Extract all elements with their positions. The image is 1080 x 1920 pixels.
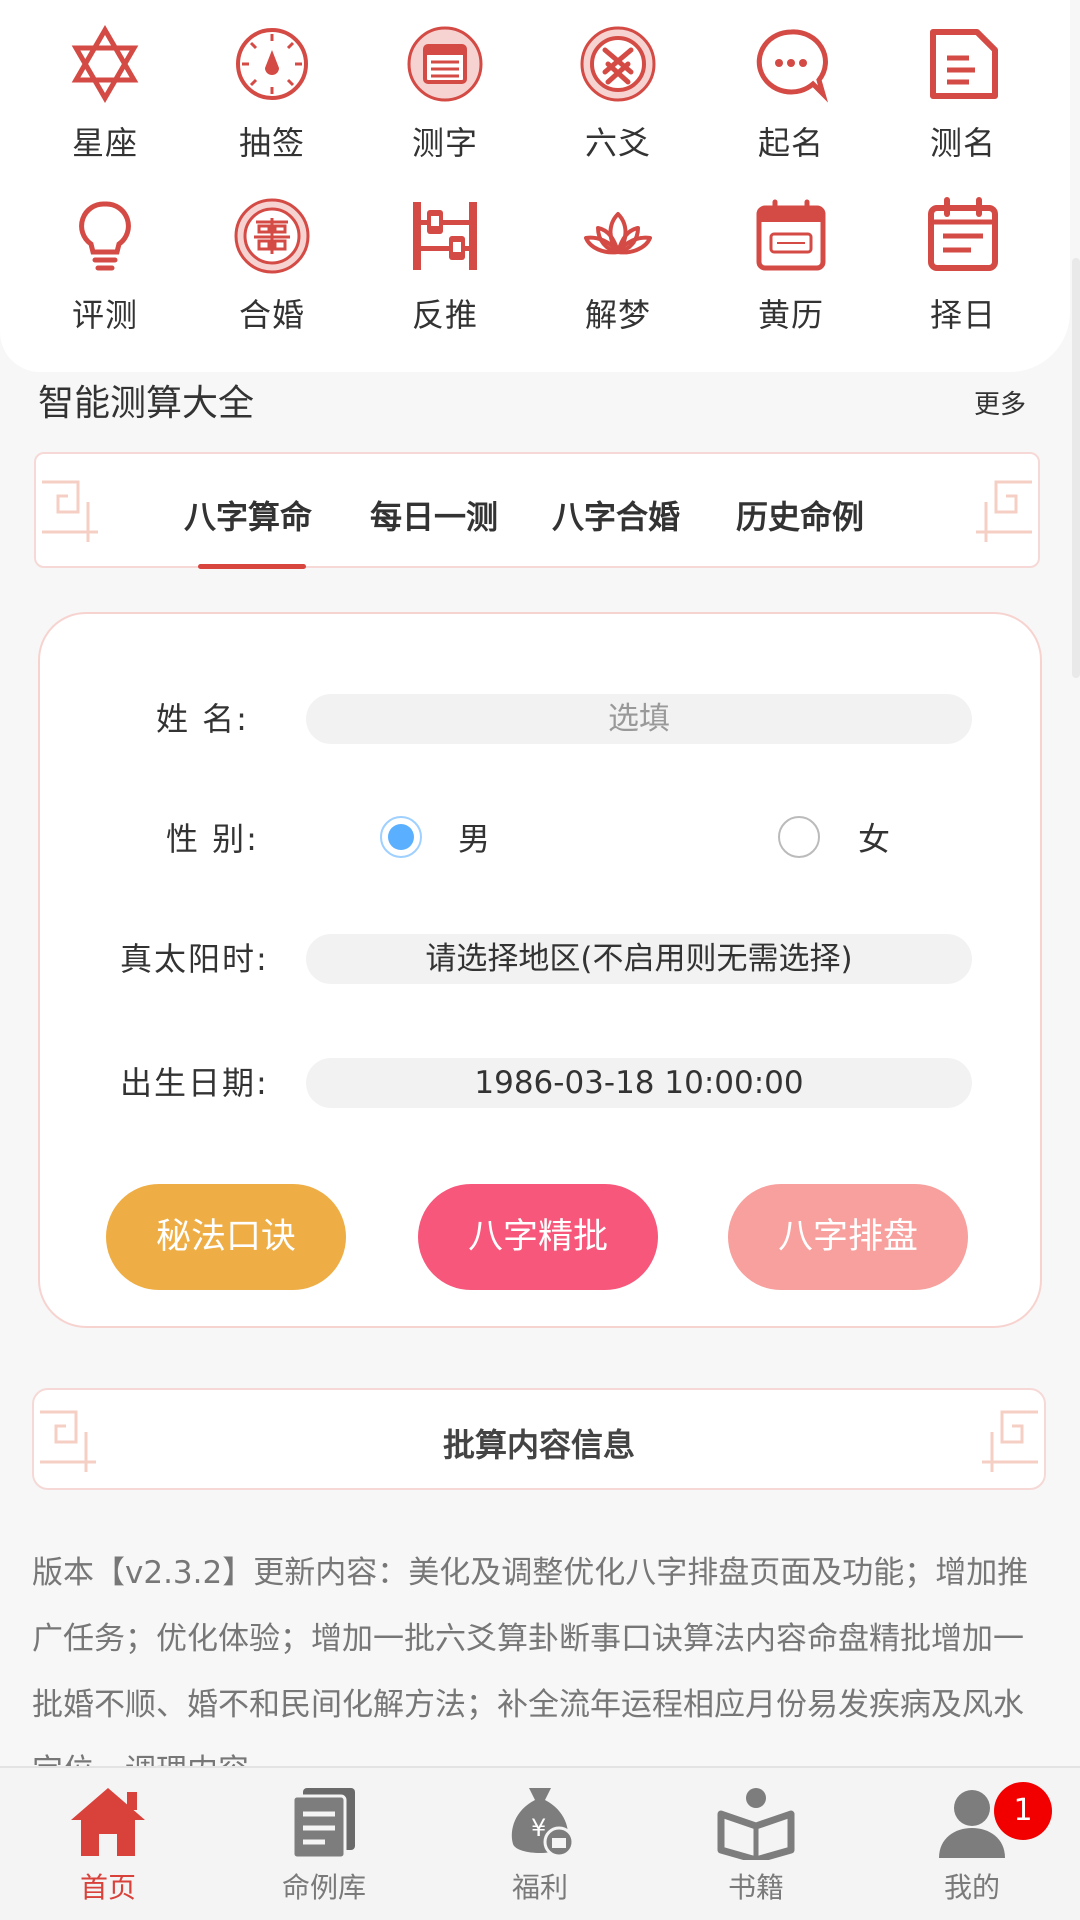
lotus-icon: [584, 212, 652, 255]
grid-item-xingzuo[interactable]: 星座: [30, 24, 180, 164]
tabbar-item-welfare[interactable]: ¥ 福利: [432, 1768, 648, 1920]
abacus-icon: [413, 202, 477, 270]
double-happiness-icon: [234, 198, 310, 274]
gender-female-radio[interactable]: [778, 816, 820, 858]
region-select[interactable]: 请选择地区(不启用则无需选择): [306, 934, 972, 984]
info-title: 批算内容信息: [442, 1426, 635, 1464]
fret-pattern-icon: [976, 480, 1032, 542]
update-notes: 版本【v2.3.2】更新内容：美化及调整优化八字排盘页面及功能；增加推广任务；优…: [32, 1555, 1029, 1766]
tabbar-item-home[interactable]: 首页: [0, 1768, 216, 1920]
grid-label: 六爻: [584, 124, 651, 162]
grid-item-cezi[interactable]: 测字: [370, 24, 520, 164]
character-form-icon: [407, 26, 483, 102]
tabbar-item-books[interactable]: 书籍: [648, 1768, 864, 1920]
tabbar-label: 福利: [511, 1871, 568, 1904]
birth-date-label: 出生日期:: [120, 1064, 269, 1102]
grid-label: 合婚: [238, 296, 305, 334]
section-title: 智能测算大全: [38, 383, 255, 424]
chat-bubble-icon: [756, 29, 829, 103]
grid-item-chouqian[interactable]: 抽签: [197, 24, 347, 164]
home-icon: [71, 1788, 145, 1856]
notification-badge: 1: [994, 1782, 1052, 1840]
bottom-tab-bar: 首页 命例库 ¥ 福利 书籍 我的 1: [0, 1766, 1080, 1920]
tab-active-indicator: [198, 564, 306, 569]
tab-meiri-yice[interactable]: 每日一测: [370, 492, 498, 538]
solar-time-label: 真太阳时:: [120, 940, 269, 978]
star-of-david-icon: [71, 25, 139, 103]
grid-label: 测字: [411, 124, 478, 162]
tabbar-label: 我的: [943, 1871, 1000, 1904]
grid-item-fantui[interactable]: 反推: [370, 196, 520, 336]
grid-item-ceming[interactable]: 测名: [888, 24, 1038, 164]
tabbar-label: 书籍: [727, 1871, 784, 1904]
tab-bazi-suanming[interactable]: 八字算命: [184, 492, 312, 538]
tabbar-item-mine[interactable]: 我的 1: [864, 1768, 1080, 1920]
bazi-chart-button[interactable]: 八字排盘: [728, 1184, 968, 1290]
grid-item-pingce[interactable]: 评测: [30, 196, 180, 336]
grid-label: 评测: [71, 296, 138, 334]
tab-lishi-mingli[interactable]: 历史命例: [736, 492, 864, 538]
grid-label: 起名: [757, 124, 824, 162]
scrollbar[interactable]: [1072, 258, 1080, 678]
grid-item-zeri[interactable]: 择日: [888, 196, 1038, 336]
date-select-icon: [928, 197, 998, 271]
more-link[interactable]: 更多: [974, 384, 1026, 421]
reader-book-icon: [717, 1788, 795, 1860]
grid-item-qiming[interactable]: 起名: [716, 24, 866, 164]
tab-bazi-hehun[interactable]: 八字合婚: [552, 492, 680, 538]
grid-item-huangli[interactable]: 黄历: [716, 196, 866, 336]
grid-label: 择日: [929, 296, 996, 334]
money-bag-icon: ¥: [511, 1788, 575, 1858]
gender-male-radio[interactable]: [380, 816, 422, 858]
grid-label: 反推: [411, 296, 478, 334]
grid-item-jiemeng[interactable]: 解梦: [543, 196, 693, 336]
lightbulb-icon: [79, 201, 131, 271]
tabbar-label: 首页: [79, 1871, 136, 1904]
fortune-dial-icon: [236, 28, 308, 100]
grid-label: 解梦: [584, 296, 651, 334]
section-header: 智能测算大全 更多: [38, 372, 1032, 428]
secret-formula-button[interactable]: 秘法口诀: [106, 1184, 346, 1290]
gender-male-label[interactable]: 男: [458, 814, 490, 860]
grid-label: 测名: [929, 124, 996, 162]
name-input[interactable]: 选填: [306, 694, 972, 744]
grid-item-liuyao[interactable]: 六爻: [543, 24, 693, 164]
bazi-form-card: 姓 名: 选填 性 别: 男 女 真太阳时: 请选择地区(不启用则无需选择) 出…: [38, 612, 1042, 1328]
birth-date-picker[interactable]: 1986-03-18 10:00:00: [306, 1058, 972, 1108]
tab-bar-box: 八字算命 每日一测 八字合婚 历史命例: [34, 452, 1040, 569]
name-label: 姓 名:: [156, 700, 249, 738]
grid-label: 星座: [71, 124, 138, 162]
almanac-calendar-icon: [756, 199, 826, 271]
gender-female-label[interactable]: 女: [858, 814, 890, 860]
tabbar-item-cases[interactable]: 命例库: [216, 1768, 432, 1920]
bazi-detail-button[interactable]: 八字精批: [418, 1184, 658, 1290]
info-header-box: 批算内容信息: [32, 1388, 1046, 1490]
yao-coin-icon: [580, 26, 656, 102]
grid-label: 黄历: [757, 296, 824, 334]
grid-label: 抽签: [238, 124, 305, 162]
case-library-icon: [291, 1788, 355, 1860]
gender-label: 性 别:: [166, 820, 259, 858]
tabbar-label: 命例库: [281, 1871, 366, 1904]
fret-pattern-icon: [42, 480, 98, 542]
document-icon: [930, 29, 998, 99]
grid-item-hehun[interactable]: 合婚: [197, 196, 347, 336]
svg-text:¥: ¥: [531, 1814, 546, 1842]
